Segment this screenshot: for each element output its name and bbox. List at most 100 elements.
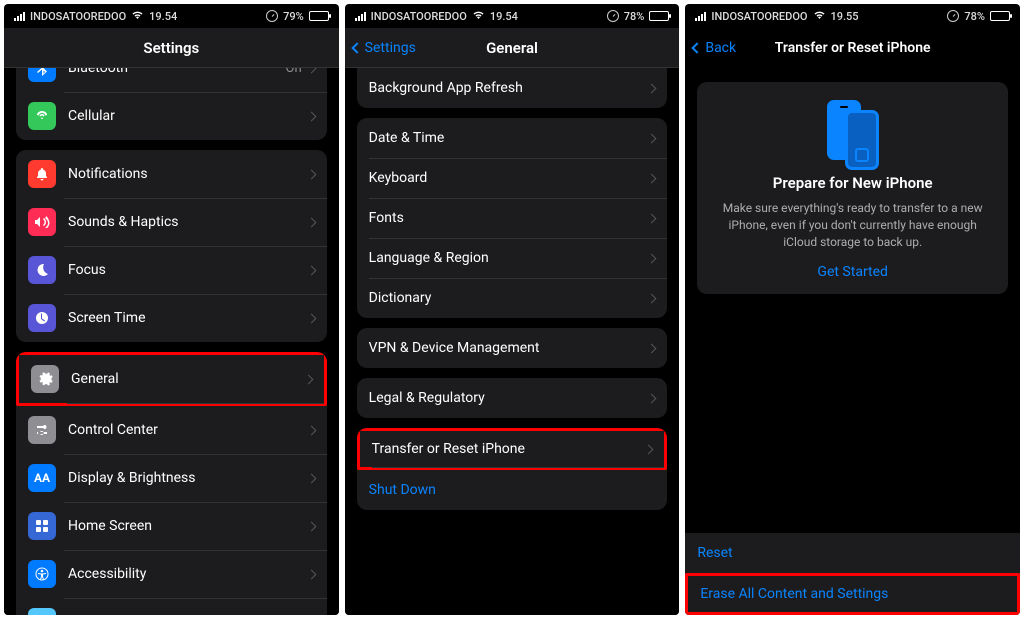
row-home-screen[interactable]: Home Screen <box>16 502 327 550</box>
row-label: Dictionary <box>369 290 649 306</box>
row-wallpaper[interactable]: Wallpaper <box>16 598 327 615</box>
row-control-center[interactable]: Control Center <box>16 406 327 454</box>
row-value: On <box>286 68 302 76</box>
alarm-icon <box>266 10 278 22</box>
control-center-icon <box>28 416 56 444</box>
row-label: Language & Region <box>369 250 649 266</box>
battery-pct: 78% <box>624 10 645 23</box>
time-label: 19.55 <box>831 10 859 23</box>
time-label: 19.54 <box>490 10 518 23</box>
display-icon: AA <box>28 464 56 492</box>
nav-bar: Settings <box>4 28 339 68</box>
row-shutdown[interactable]: Shut Down <box>357 470 668 510</box>
wifi-icon <box>472 10 485 23</box>
signal-icon <box>355 12 366 21</box>
row-label: Focus <box>68 262 308 278</box>
row-cellular[interactable]: Cellular <box>16 92 327 140</box>
row-label: Control Center <box>68 422 308 438</box>
chevron-right-icon <box>647 133 657 143</box>
row-focus[interactable]: Focus <box>16 246 327 294</box>
alarm-icon <box>947 10 959 22</box>
chevron-left-icon <box>692 42 703 53</box>
chevron-right-icon <box>644 444 654 454</box>
promo-phone-icons <box>713 100 992 160</box>
row-bg-refresh[interactable]: Background App Refresh <box>357 68 668 108</box>
cellular-icon <box>28 102 56 130</box>
chevron-right-icon <box>306 111 316 121</box>
row-bluetooth[interactable]: Bluetooth On <box>16 68 327 92</box>
row-label: Bluetooth <box>68 68 286 76</box>
battery-icon <box>990 11 1010 21</box>
chevron-right-icon <box>306 68 316 73</box>
row-label: Notifications <box>68 166 308 182</box>
row-date-time[interactable]: Date & Time <box>357 118 668 158</box>
battery-pct: 78% <box>964 10 985 23</box>
row-label: Home Screen <box>68 518 308 534</box>
nav-bar: Settings General <box>345 28 680 68</box>
row-vpn[interactable]: VPN & Device Management <box>357 328 668 368</box>
row-language-region[interactable]: Language & Region <box>357 238 668 278</box>
row-label: Screen Time <box>68 310 308 326</box>
row-keyboard[interactable]: Keyboard <box>357 158 668 198</box>
row-label: Reset <box>697 545 1008 561</box>
wifi-icon <box>813 10 826 23</box>
row-sounds-haptics[interactable]: Sounds & Haptics <box>16 198 327 246</box>
time-label: 19.54 <box>149 10 177 23</box>
accessibility-icon <box>28 560 56 588</box>
screen-general: INDOSATOOREDOO 19.54 78% Settings Genera… <box>345 4 680 615</box>
chevron-right-icon <box>647 213 657 223</box>
wallpaper-icon <box>28 608 56 615</box>
row-reset[interactable]: Reset <box>685 533 1020 573</box>
status-bar: INDOSATOOREDOO 19.55 78% <box>685 4 1020 28</box>
row-accessibility[interactable]: Accessibility <box>16 550 327 598</box>
row-general[interactable]: General <box>16 352 327 406</box>
row-screen-time[interactable]: Screen Time <box>16 294 327 342</box>
notifications-icon <box>28 160 56 188</box>
nav-title: Transfer or Reset iPhone <box>695 40 1010 56</box>
get-started-link[interactable]: Get Started <box>713 264 992 280</box>
chevron-right-icon <box>306 521 316 531</box>
chevron-right-icon <box>306 217 316 227</box>
back-button[interactable]: Settings <box>353 40 416 56</box>
row-transfer-reset[interactable]: Transfer or Reset iPhone <box>357 428 668 470</box>
chevron-right-icon <box>306 265 316 275</box>
screen-transfer-reset: INDOSATOOREDOO 19.55 78% Back Transfer o… <box>685 4 1020 615</box>
row-label: Background App Refresh <box>369 80 649 96</box>
battery-icon <box>309 11 329 21</box>
row-fonts[interactable]: Fonts <box>357 198 668 238</box>
row-legal[interactable]: Legal & Regulatory <box>357 378 668 418</box>
row-label: Keyboard <box>369 170 649 186</box>
chevron-right-icon <box>306 169 316 179</box>
row-label: Wallpaper <box>68 614 308 615</box>
chevron-right-icon <box>303 374 313 384</box>
row-label: Cellular <box>68 108 308 124</box>
nav-title: Settings <box>14 39 329 57</box>
row-label: Date & Time <box>369 130 649 146</box>
carrier-label: INDOSATOOREDOO <box>711 10 807 23</box>
row-dictionary[interactable]: Dictionary <box>357 278 668 318</box>
chevron-right-icon <box>647 343 657 353</box>
row-display-brightness[interactable]: AA Display & Brightness <box>16 454 327 502</box>
signal-icon <box>695 12 706 21</box>
promo-title: Prepare for New iPhone <box>713 174 992 192</box>
screentime-icon <box>28 304 56 332</box>
status-bar: INDOSATOOREDOO 19.54 78% <box>345 4 680 28</box>
carrier-label: INDOSATOOREDOO <box>371 10 467 23</box>
row-erase-all[interactable]: Erase All Content and Settings <box>685 573 1020 615</box>
homescreen-icon <box>28 512 56 540</box>
row-label: Fonts <box>369 210 649 226</box>
alarm-icon <box>607 10 619 22</box>
chevron-left-icon <box>351 42 362 53</box>
focus-icon <box>28 256 56 284</box>
screen-settings: INDOSATOOREDOO 19.54 79% Settings Blueto… <box>4 4 339 615</box>
battery-pct: 79% <box>283 10 304 23</box>
nav-bar: Back Transfer or Reset iPhone <box>685 28 1020 68</box>
prepare-promo-card: Prepare for New iPhone Make sure everyth… <box>697 82 1008 294</box>
status-bar: INDOSATOOREDOO 19.54 79% <box>4 4 339 28</box>
row-label: Display & Brightness <box>68 470 308 486</box>
back-button[interactable]: Back <box>693 40 736 56</box>
chevron-right-icon <box>306 473 316 483</box>
chevron-right-icon <box>647 393 657 403</box>
back-label: Settings <box>365 40 416 56</box>
row-notifications[interactable]: Notifications <box>16 150 327 198</box>
